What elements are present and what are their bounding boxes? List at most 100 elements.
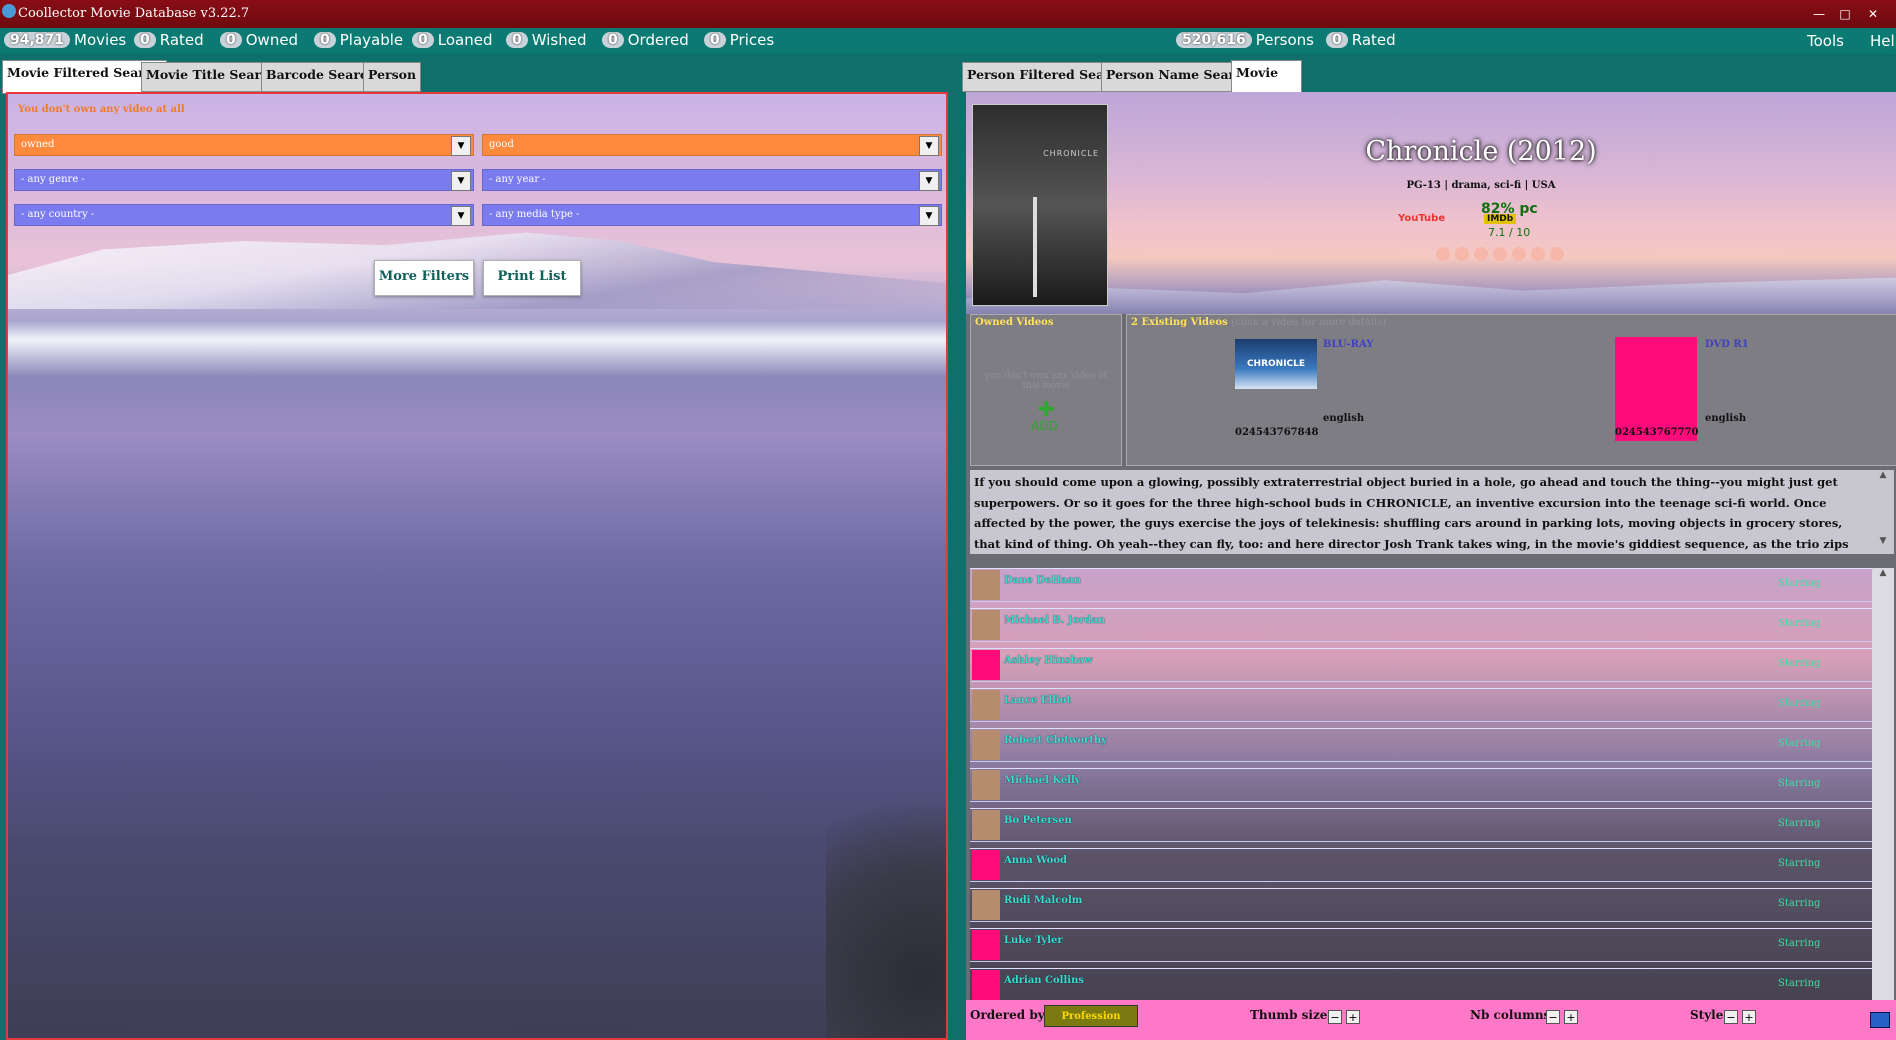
rating-smiley-icon[interactable]	[1455, 247, 1469, 261]
style-plus-button[interactable]: +	[1742, 1010, 1756, 1024]
cast-row[interactable]: Luke Tyler Starring	[970, 928, 1872, 962]
tab-movie[interactable]: Movie	[1231, 60, 1302, 94]
chevron-down-icon[interactable]: ▼	[919, 136, 939, 156]
chevron-down-icon[interactable]: ▼	[451, 206, 471, 226]
stat-prices[interactable]: 0 Prices	[704, 31, 774, 49]
scroll-up-icon[interactable]: ▲	[1872, 568, 1894, 578]
keyboard-icon[interactable]	[1870, 1012, 1890, 1028]
dvd-cover-placeholder[interactable]	[1615, 337, 1697, 441]
stat-movies[interactable]: 94,871 Movies	[4, 31, 126, 49]
dvd-format[interactable]: DVD R1	[1705, 339, 1749, 350]
cast-thumbnail[interactable]	[972, 690, 1000, 720]
country-filter-select[interactable]: - any country - ▼	[14, 204, 474, 226]
cast-role: Starring	[1778, 698, 1821, 709]
cast-name[interactable]: Robert Clotworthy	[1004, 735, 1107, 746]
close-button[interactable]: ✕	[1862, 5, 1884, 23]
quality-filter-select[interactable]: good ▼	[482, 134, 942, 156]
rating-smiley-icon[interactable]	[1531, 247, 1545, 261]
cast-row[interactable]: Michael Kelly Starring	[970, 768, 1872, 802]
minimize-button[interactable]: —	[1808, 5, 1830, 23]
stat-playable[interactable]: 0 Playable	[314, 31, 403, 49]
cast-row[interactable]: Rudi Malcolm Starring	[970, 888, 1872, 922]
stat-owned[interactable]: 0 Owned	[220, 31, 298, 49]
cast-row[interactable]: Michael B. Jordan Starring	[970, 608, 1872, 642]
tab-person[interactable]: Person	[363, 62, 422, 92]
imdb-score: 7.1 / 10	[1488, 226, 1531, 239]
movie-poster[interactable]: CHRONICLE	[972, 104, 1108, 306]
ordered-by-select[interactable]: Profession	[1044, 1005, 1138, 1027]
scroll-down-icon[interactable]: ▼	[1872, 536, 1894, 546]
help-menu[interactable]: Help	[1870, 32, 1896, 50]
cast-thumbnail[interactable]	[972, 850, 1000, 880]
cast-scrollbar[interactable]: ▲	[1872, 568, 1894, 1008]
imdb-icon[interactable]: IMDb	[1484, 214, 1517, 224]
cast-name[interactable]: Dane DeHaan	[1004, 575, 1081, 586]
cast-name[interactable]: Lance Elliot	[1004, 695, 1071, 706]
cast-row[interactable]: Bo Petersen Starring	[970, 808, 1872, 842]
cast-name[interactable]: Ashley Hinshaw	[1004, 655, 1093, 666]
stat-ordered[interactable]: 0 Ordered	[602, 31, 689, 49]
add-icon[interactable]: ✚	[1038, 397, 1055, 421]
chevron-down-icon[interactable]: ▼	[919, 171, 939, 191]
owned-filter-select[interactable]: owned ▼	[14, 134, 474, 156]
synopsis-scrollbar[interactable]: ▲ ▼	[1872, 470, 1894, 554]
cast-role: Starring	[1778, 858, 1821, 869]
media-type-filter-select[interactable]: - any media type - ▼	[482, 204, 942, 226]
cast-thumbnail[interactable]	[972, 970, 1000, 1000]
cast-name[interactable]: Rudi Malcolm	[1004, 895, 1082, 906]
tools-menu[interactable]: Tools	[1807, 32, 1844, 50]
cast-name[interactable]: Anna Wood	[1004, 855, 1067, 866]
rating-smiley-icon[interactable]	[1474, 247, 1488, 261]
cast-thumbnail[interactable]	[972, 730, 1000, 760]
cast-list: Dane DeHaan Starring Michael B. Jordan Star…	[970, 568, 1872, 1008]
cast-thumbnail[interactable]	[972, 770, 1000, 800]
cast-row[interactable]: Anna Wood Starring	[970, 848, 1872, 882]
cast-thumbnail[interactable]	[972, 570, 1000, 600]
stat-persons-rated[interactable]: 0 Rated	[1326, 31, 1396, 49]
cast-name[interactable]: Michael Kelly	[1004, 775, 1081, 786]
chevron-down-icon[interactable]: ▼	[919, 206, 939, 226]
thumb-size-minus-button[interactable]: −	[1328, 1010, 1342, 1024]
cast-row[interactable]: Robert Clotworthy Starring	[970, 728, 1872, 762]
stat-wished[interactable]: 0 Wished	[506, 31, 587, 49]
maximize-button[interactable]: □	[1834, 5, 1856, 23]
cast-row[interactable]: Dane DeHaan Starring	[970, 568, 1872, 602]
cast-thumbnail[interactable]	[972, 810, 1000, 840]
cast-thumbnail[interactable]	[972, 930, 1000, 960]
stat-rated[interactable]: 0 Rated	[134, 31, 204, 49]
blu-ray-language: english	[1323, 413, 1365, 424]
stat-loaned[interactable]: 0 Loaned	[412, 31, 492, 49]
cast-name[interactable]: Luke Tyler	[1004, 935, 1063, 946]
rating-smiley-icon[interactable]	[1493, 247, 1507, 261]
year-filter-select[interactable]: - any year - ▼	[482, 169, 942, 191]
stat-persons[interactable]: 520,616 Persons	[1176, 31, 1314, 49]
genre-filter-select[interactable]: - any genre - ▼	[14, 169, 474, 191]
cast-thumbnail[interactable]	[972, 650, 1000, 680]
thumb-size-plus-button[interactable]: +	[1346, 1010, 1360, 1024]
chevron-down-icon[interactable]: ▼	[451, 171, 471, 191]
add-video-button[interactable]: ADD	[1031, 419, 1058, 433]
cast-name[interactable]: Bo Petersen	[1004, 815, 1072, 826]
cast-thumbnail[interactable]	[972, 890, 1000, 920]
rating-smiley-icon[interactable]	[1550, 247, 1564, 261]
chevron-down-icon[interactable]: ▼	[451, 136, 471, 156]
owned-videos-header: Owned Videos	[975, 317, 1054, 328]
rating-smiley-icon[interactable]	[1436, 247, 1450, 261]
cast-row[interactable]: Lance Elliot Starring	[970, 688, 1872, 722]
rating-smiley-icon[interactable]	[1512, 247, 1526, 261]
style-minus-button[interactable]: −	[1724, 1010, 1738, 1024]
rocks	[826, 738, 946, 1038]
blu-ray-cover[interactable]: CHRONICLE	[1235, 339, 1317, 389]
cast-thumbnail[interactable]	[972, 610, 1000, 640]
print-list-button[interactable]: Print List	[483, 260, 581, 296]
cast-row[interactable]: Adrian Collins Starring	[970, 968, 1872, 1002]
cast-row[interactable]: Ashley Hinshaw Starring	[970, 648, 1872, 682]
cast-name[interactable]: Adrian Collins	[1004, 975, 1084, 986]
scroll-up-icon[interactable]: ▲	[1872, 470, 1894, 480]
more-filters-button[interactable]: More Filters	[374, 260, 474, 296]
nb-columns-plus-button[interactable]: +	[1564, 1010, 1578, 1024]
blu-ray-format[interactable]: BLU-RAY	[1323, 339, 1373, 350]
youtube-icon[interactable]: YouTube	[1398, 213, 1445, 224]
cast-name[interactable]: Michael B. Jordan	[1004, 615, 1105, 626]
nb-columns-minus-button[interactable]: −	[1546, 1010, 1560, 1024]
